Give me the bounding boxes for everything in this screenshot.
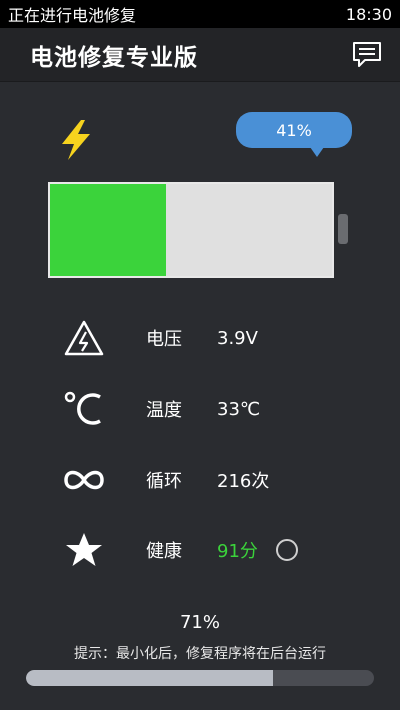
app-title: 电池修复专业版: [30, 44, 198, 71]
celsius-icon: [60, 385, 108, 433]
charge-percent-label: 41%: [276, 120, 312, 140]
status-time: 18:30: [345, 4, 392, 24]
status-bar: 正在进行电池修复 18:30: [0, 0, 400, 28]
stat-label: 温度: [146, 400, 182, 421]
stat-row-health: 健康 91分: [0, 525, 400, 575]
chat-menu-button[interactable]: [350, 40, 384, 70]
stat-value: 33℃: [217, 398, 261, 420]
infinity-icon: [60, 456, 108, 504]
repair-progress-label: 71%: [179, 612, 220, 633]
battery-gauge: [48, 182, 334, 278]
charge-percent-bubble: 41%: [236, 112, 352, 157]
battery-level-fill: [50, 184, 166, 276]
stat-value: 216次: [217, 471, 270, 492]
status-notification: 正在进行电池修复: [8, 6, 137, 25]
stat-row-voltage: 电压 3.9V: [0, 313, 400, 363]
repair-progress-bar: [26, 670, 374, 686]
stat-row-cycles: 循环 216次: [0, 455, 400, 505]
stat-label: 健康: [146, 541, 182, 562]
battery-terminal: [338, 214, 348, 244]
lightning-bolt-icon: [62, 120, 90, 160]
loading-spinner-icon: [276, 539, 298, 561]
repair-hint: 提示：最小化后，修复程序将在后台运行: [74, 646, 326, 662]
high-voltage-icon: [60, 314, 108, 362]
stat-row-temperature: 温度 33℃: [0, 384, 400, 434]
stat-value: 3.9V: [217, 327, 258, 349]
star-icon: [60, 526, 108, 574]
chat-menu-icon: [353, 41, 381, 67]
repair-progress-fill: [26, 670, 274, 686]
stat-label: 电压: [146, 329, 182, 350]
stat-value: 91分: [217, 541, 258, 562]
stat-label: 循环: [146, 471, 182, 492]
app-bar: 电池修复专业版: [0, 28, 400, 82]
